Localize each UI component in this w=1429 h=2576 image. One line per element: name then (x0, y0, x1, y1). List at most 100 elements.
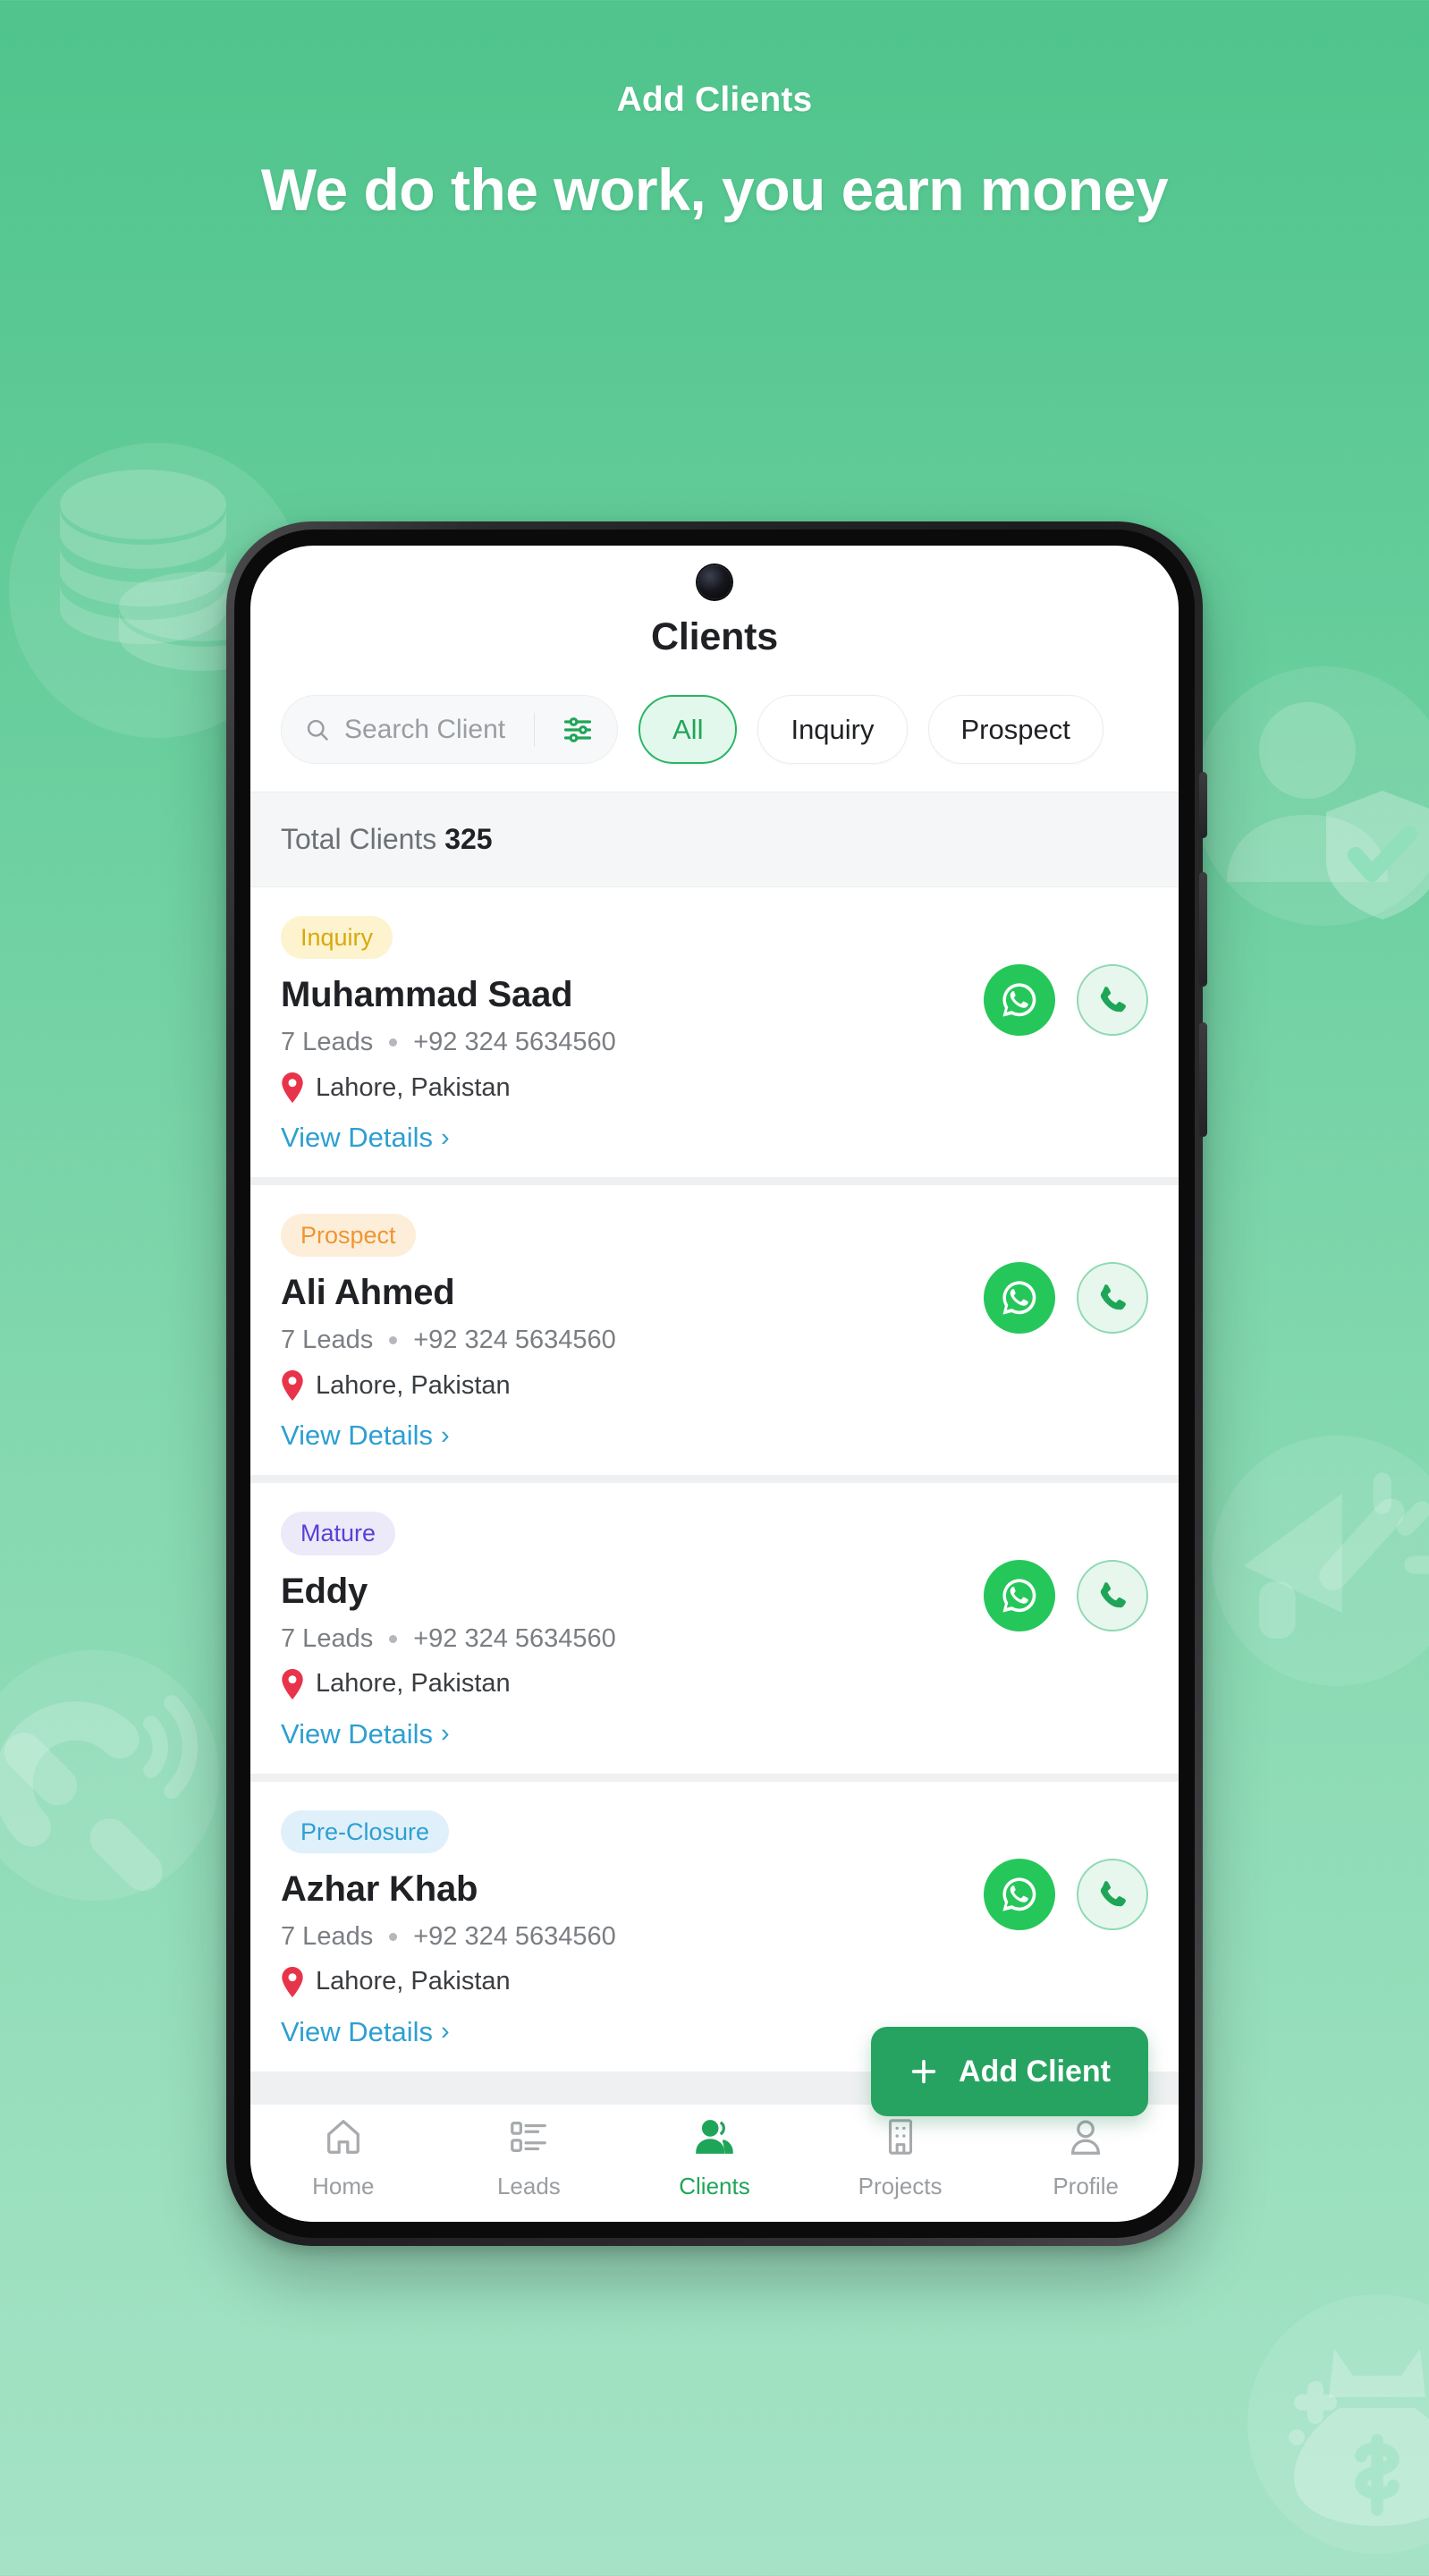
search-divider (534, 712, 535, 747)
deco-halo (0, 1650, 219, 1901)
bottom-nav[interactable]: Home Leads Clients Projects Profile (250, 2104, 1179, 2222)
separator-dot (389, 1932, 398, 1941)
nav-item-label: Clients (679, 2172, 750, 2199)
nav-item-label: Home (312, 2172, 375, 2199)
person-icon (1065, 2116, 1106, 2162)
volume-down-button[interactable] (1199, 872, 1207, 987)
client-list[interactable]: Inquiry Muhammad Saad 7 Leads +92 324 56… (250, 887, 1179, 2104)
client-card[interactable]: Prospect Ali Ahmed 7 Leads +92 324 56345… (250, 1185, 1179, 1476)
card-actions (984, 1810, 1148, 1930)
location-pin-icon (282, 1072, 303, 1104)
view-details-label: View Details (281, 2015, 434, 2047)
client-phone: +92 324 5634560 (413, 1326, 616, 1355)
call-button[interactable] (1077, 1560, 1148, 1632)
chevron-right-icon: › (441, 1123, 450, 1152)
home-icon (323, 2116, 364, 2162)
people-icon (694, 2116, 735, 2162)
client-phone: +92 324 5634560 (413, 1623, 616, 1653)
status-badge: Mature (281, 1512, 396, 1555)
whatsapp-icon (1002, 983, 1036, 1017)
location-text: Lahore, Pakistan (316, 1072, 511, 1102)
nav-item-label: Leads (496, 2172, 561, 2199)
location-text: Lahore, Pakistan (316, 1669, 511, 1699)
deco-halo (1247, 2294, 1429, 2554)
whatsapp-icon (1002, 1579, 1036, 1614)
whatsapp-button[interactable] (984, 964, 1055, 1036)
phone-icon (1100, 1880, 1126, 1906)
volume-up-button[interactable] (1199, 772, 1207, 838)
client-card[interactable]: Inquiry Muhammad Saad 7 Leads +92 324 56… (250, 887, 1179, 1178)
client-phone: +92 324 5634560 (413, 1921, 616, 1951)
lead-count: 7 Leads (281, 1326, 374, 1355)
client-card[interactable]: Mature Eddy 7 Leads +92 324 5634560 Laho… (250, 1483, 1179, 1774)
client-name: Eddy (281, 1571, 368, 1611)
hero-eyebrow: Add Clients (616, 80, 813, 119)
magnet-icon (0, 1646, 224, 1905)
chevron-right-icon: › (441, 2017, 450, 2046)
view-details-link[interactable]: View Details › (281, 1122, 450, 1154)
search-placeholder: Search Client (344, 714, 506, 744)
location-pin-icon (282, 1966, 303, 1997)
client-location: Lahore, Pakistan (281, 1370, 984, 1402)
nav-item-clients[interactable]: Clients (621, 2116, 808, 2200)
deco-halo (1212, 1436, 1429, 1686)
hero-section: Add Clients We do the work, you earn mon… (0, 80, 1429, 224)
megaphone-icon (1207, 1431, 1429, 1690)
call-button[interactable] (1077, 964, 1148, 1036)
location-pin-icon (282, 1668, 303, 1699)
filter-chip-all[interactable]: All (638, 695, 738, 764)
nav-item-home[interactable]: Home (250, 2116, 436, 2200)
building-icon (880, 2116, 921, 2162)
filter-chip-inquiry[interactable]: Inquiry (757, 695, 908, 764)
separator-dot (389, 1336, 398, 1345)
view-details-label: View Details (281, 1419, 434, 1452)
lead-count: 7 Leads (281, 1921, 374, 1951)
client-meta: 7 Leads +92 324 5634560 (281, 1922, 984, 1952)
whatsapp-button[interactable] (984, 1262, 1055, 1335)
view-details-label: View Details (281, 1717, 434, 1750)
nav-item-label: Profile (1053, 2172, 1120, 2199)
card-actions (984, 1512, 1148, 1632)
user-verified-icon (1189, 662, 1429, 930)
view-details-link[interactable]: View Details › (281, 1718, 450, 1750)
list-icon (508, 2116, 549, 2162)
filter-row: Search Client All Inquiry Prospect (250, 659, 1179, 792)
deco-halo (1194, 666, 1429, 926)
client-name: Muhammad Saad (281, 975, 573, 1015)
client-meta: 7 Leads +92 324 5634560 (281, 1028, 984, 1057)
whatsapp-button[interactable] (984, 1858, 1055, 1930)
chevron-right-icon: › (441, 1420, 450, 1450)
status-badge: Inquiry (281, 916, 393, 960)
client-name: Ali Ahmed (281, 1273, 455, 1313)
view-details-link[interactable]: View Details › (281, 2016, 450, 2048)
card-actions (984, 916, 1148, 1036)
call-button[interactable] (1077, 1858, 1148, 1930)
nav-item-profile[interactable]: Profile (993, 2116, 1179, 2200)
call-button[interactable] (1077, 1262, 1148, 1335)
card-actions (984, 1214, 1148, 1335)
separator-dot (389, 1634, 398, 1643)
add-client-label: Add Client (959, 2054, 1111, 2089)
location-pin-icon (282, 1370, 303, 1402)
nav-item-leads[interactable]: Leads (436, 2116, 622, 2200)
view-details-link[interactable]: View Details › (281, 1419, 450, 1452)
power-button[interactable] (1199, 1022, 1207, 1137)
phone-mockup: Clients Search Client All Inquiry Prospe… (226, 521, 1207, 2246)
whatsapp-button[interactable] (984, 1560, 1055, 1632)
nav-item-projects[interactable]: Projects (808, 2116, 994, 2200)
status-badge: Pre-Closure (281, 1809, 450, 1853)
client-location: Lahore, Pakistan (281, 1668, 984, 1699)
location-text: Lahore, Pakistan (316, 1370, 511, 1400)
chip-label: All (672, 713, 704, 745)
front-camera (698, 565, 731, 599)
client-location: Lahore, Pakistan (281, 1072, 984, 1104)
search-input[interactable]: Search Client (281, 695, 618, 764)
whatsapp-icon (1002, 1281, 1036, 1315)
nav-item-label: Projects (858, 2172, 943, 2199)
add-client-button[interactable]: Add Client (871, 2027, 1148, 2116)
whatsapp-icon (1002, 1877, 1036, 1911)
phone-icon (1100, 1284, 1126, 1310)
plus-icon (911, 2059, 936, 2084)
filter-icon[interactable] (562, 714, 594, 746)
filter-chip-prospect[interactable]: Prospect (927, 695, 1103, 764)
